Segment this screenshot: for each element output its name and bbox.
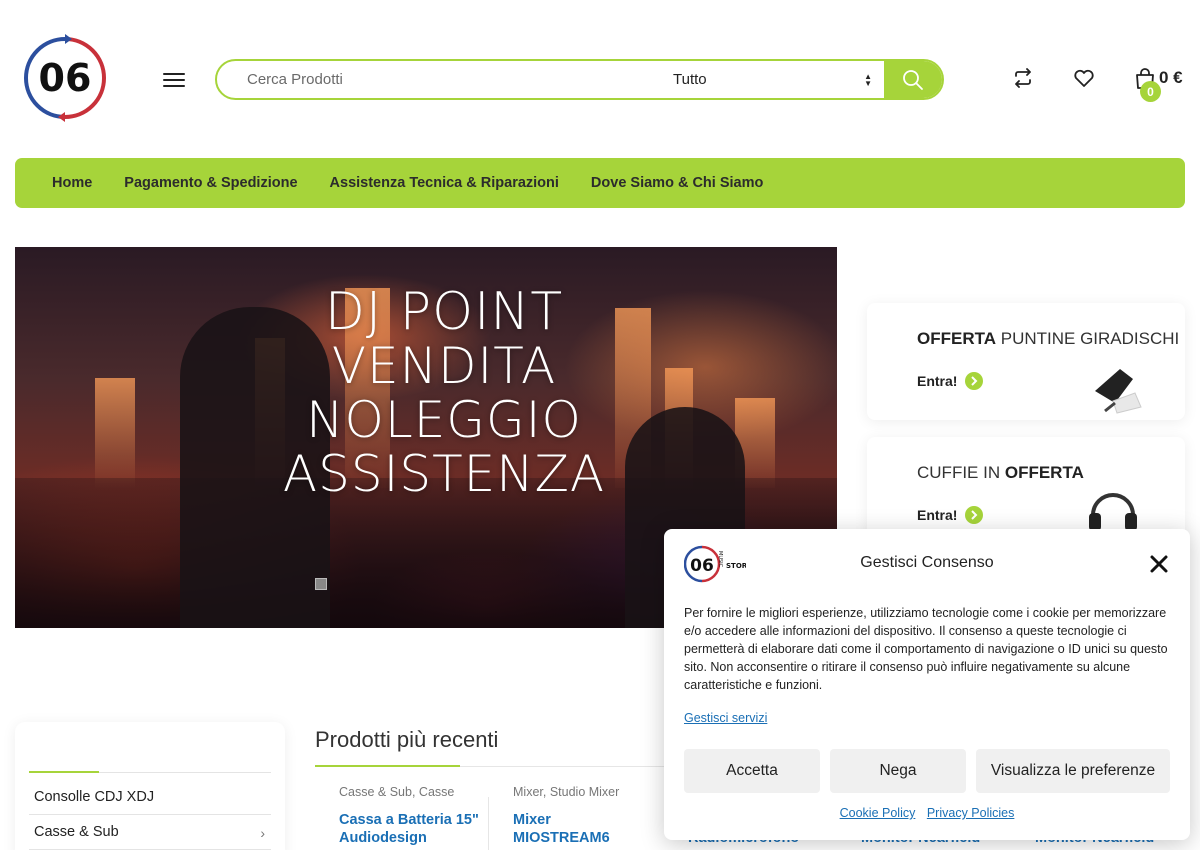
select-arrows-icon: ▲ ▼	[864, 72, 872, 88]
view-preferences-button[interactable]: Visualizza le preferenze	[976, 749, 1170, 793]
main-navigation: Home Pagamento & Spedizione Assistenza T…	[15, 158, 1185, 208]
promo-card-stylus[interactable]: OFFERTA PUNTINE GIRADISCHI Entra!	[867, 303, 1185, 420]
hero-line-4: ASSISTENZA	[282, 445, 606, 503]
consent-body-text: Per fornire le migliori esperienze, util…	[684, 606, 1168, 692]
product-name[interactable]: Cassa a Batteria 15" Audiodesign	[339, 811, 499, 847]
policy-links: Cookie Policy Privacy Policies	[664, 806, 1190, 820]
site-logo[interactable]: 06	[20, 33, 110, 125]
cart-total[interactable]: 0 €	[1159, 68, 1183, 88]
product-name[interactable]: Mixer MIOSTREAM6	[513, 811, 623, 847]
promo-title: CUFFIE IN OFFERTA	[917, 463, 1084, 482]
category-select[interactable]: Tutto ▲ ▼	[657, 61, 882, 98]
nav-item-about[interactable]: Dove Siamo & Chi Siamo	[591, 175, 763, 191]
nav-item-payment-shipping[interactable]: Pagamento & Spedizione	[124, 175, 297, 191]
hero-line-1: DJ POINT	[324, 282, 564, 342]
category-sidebar: Consolle CDJ XDJ Casse & Sub ›	[15, 722, 285, 850]
latest-products-title: Prodotti più recenti	[315, 727, 499, 752]
category-select-value: Tutto	[673, 71, 707, 88]
arrow-right-icon	[965, 372, 984, 390]
cookie-policy-link[interactable]: Cookie Policy	[840, 806, 916, 820]
promo-enter-link[interactable]: Entra!	[917, 372, 984, 390]
promo-enter-link[interactable]: Entra!	[917, 506, 984, 524]
page: 06 Tutto ▲▼ 0 0 € Home Pagamento & Sp	[0, 0, 1200, 850]
sidebar-item-casse-sub[interactable]: Casse & Sub ›	[29, 815, 271, 850]
accept-button[interactable]: Accetta	[684, 749, 820, 793]
slider-pager-dot[interactable]	[315, 578, 327, 590]
chevron-right-icon: ›	[260, 825, 265, 841]
hero-text: DJ POINT VENDITA NOLEGGIO ASSISTENZA	[15, 285, 837, 501]
stylus-product-image	[1095, 369, 1142, 414]
wishlist-heart-icon[interactable]	[1072, 66, 1096, 90]
search-button[interactable]	[884, 61, 942, 98]
headphones-product-image	[1089, 493, 1137, 531]
search-icon	[903, 69, 923, 90]
logo-text: 06	[39, 56, 92, 100]
hero-line-2: VENDITA	[331, 337, 557, 395]
deny-button[interactable]: Nega	[830, 749, 966, 793]
sidebar-item-consolle[interactable]: Consolle CDJ XDJ	[29, 780, 271, 815]
nav-item-technical-assistance[interactable]: Assistenza Tecnica & Riparazioni	[330, 175, 559, 191]
menu-icon[interactable]	[163, 69, 185, 91]
manage-services-link[interactable]: Gestisci servizi	[684, 711, 767, 725]
product-card: Mixer, Studio Mixer Mixer MIOSTREAM6	[513, 785, 673, 847]
nav-item-home[interactable]: Home	[52, 175, 92, 191]
compare-icon[interactable]	[1011, 66, 1035, 90]
product-categories: Casse & Sub, Casse	[339, 785, 455, 799]
close-icon[interactable]	[1149, 554, 1169, 574]
arrow-right-icon	[965, 506, 984, 524]
cart-count-badge: 0	[1140, 81, 1161, 102]
privacy-policy-link[interactable]: Privacy Policies	[927, 806, 1015, 820]
promo-title: OFFERTA PUNTINE GIRADISCHI	[917, 329, 1180, 348]
search-bar: Tutto ▲▼	[215, 59, 944, 100]
cookie-consent-dialog: 06 MUSIC STORE Gestisci Consenso Per for…	[664, 529, 1190, 840]
search-input[interactable]	[217, 61, 657, 98]
consent-title: Gestisci Consenso	[860, 554, 994, 571]
product-card: Casse & Sub, Casse Cassa a Batteria 15" …	[339, 785, 499, 847]
hero-line-3: NOLEGGIO	[306, 391, 582, 449]
product-categories: Mixer, Studio Mixer	[513, 785, 620, 799]
